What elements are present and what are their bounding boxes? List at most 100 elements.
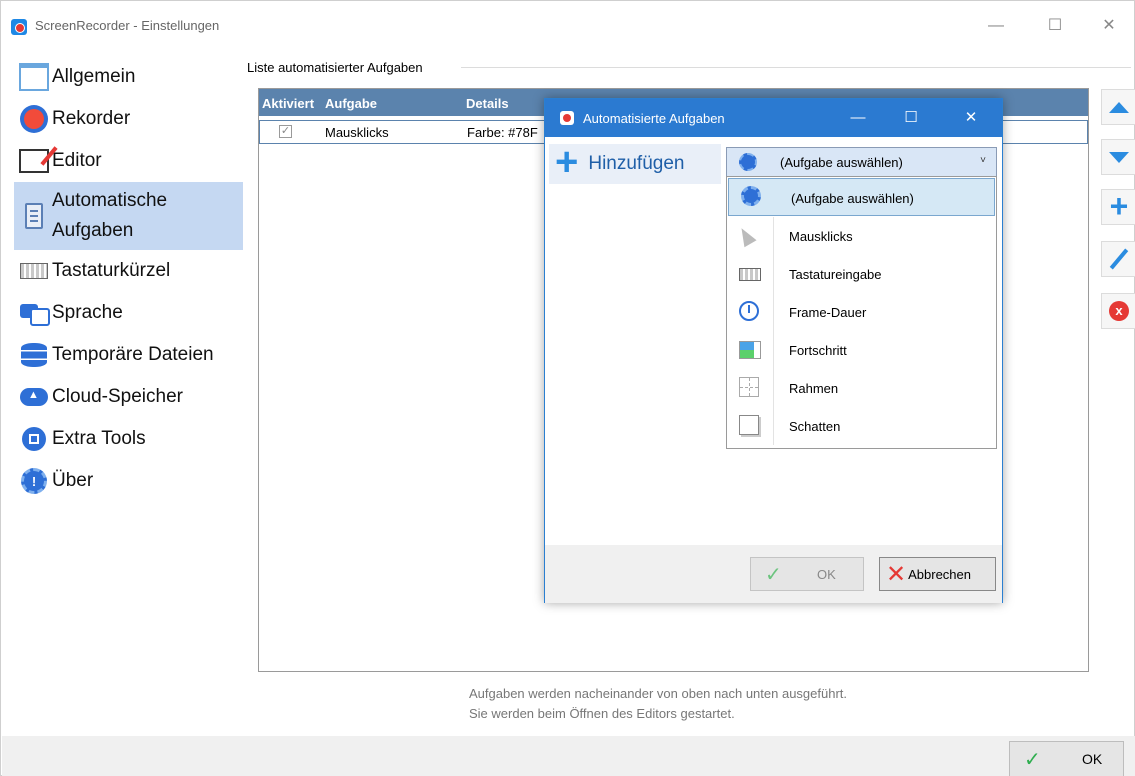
- dialog-title-bar[interactable]: Automatisierte Aufgaben — ☐ ✕: [545, 99, 1002, 137]
- dialog-footer: ✓ OK ✕ Abbrechen: [545, 545, 1002, 603]
- sidebar-item-tastaturkuerzel[interactable]: Tastaturkürzel: [14, 250, 243, 292]
- dialog-close-button[interactable]: ✕: [953, 103, 989, 133]
- dialog-title: Automatisierte Aufgaben: [583, 111, 725, 126]
- database-icon: [18, 339, 50, 371]
- window-title: ScreenRecorder - Einstellungen: [35, 18, 220, 33]
- sidebar-item-label: Rekorder: [52, 108, 131, 129]
- sidebar-item-editor[interactable]: Editor: [14, 140, 243, 182]
- sidebar-item-label: Automatische Aufgaben: [52, 190, 168, 241]
- option-schatten[interactable]: Schatten: [727, 407, 996, 445]
- hint-text: Aufgaben werden nacheinander von oben na…: [469, 686, 848, 701]
- ok-label: OK: [1082, 751, 1103, 767]
- automated-tasks-dialog: Automatisierte Aufgaben — ☐ ✕ + Hinzufüg…: [544, 98, 1003, 603]
- maximize-button[interactable]: ☐: [1035, 11, 1075, 41]
- sidebar-item-allgemein[interactable]: Allgemein: [14, 56, 243, 98]
- option-label: Schatten: [789, 419, 841, 434]
- ok-button[interactable]: ✓ OK: [1009, 741, 1124, 776]
- option-label: Frame-Dauer: [789, 305, 867, 320]
- move-down-button[interactable]: [1101, 139, 1135, 175]
- option-label: Tastatureingabe: [789, 267, 882, 282]
- sidebar-item-label: Sprache: [52, 302, 123, 323]
- close-icon: ✕: [886, 560, 907, 588]
- sidebar-item-label: Tastaturkürzel: [52, 260, 171, 281]
- clipboard-icon: [18, 200, 50, 232]
- sidebar-item-extra-tools[interactable]: Extra Tools: [14, 418, 243, 460]
- keyboard-icon: [18, 255, 50, 287]
- task-cell: Mausklicks: [325, 125, 389, 140]
- option-rahmen[interactable]: Rahmen: [727, 369, 996, 407]
- divider: [773, 369, 774, 407]
- divider: [773, 293, 774, 331]
- cancel-label: Abbrechen: [908, 566, 971, 582]
- divider: [773, 255, 774, 293]
- clock-icon: [739, 301, 761, 323]
- move-up-button[interactable]: [1101, 89, 1135, 125]
- option-label: (Aufgabe auswählen): [791, 191, 914, 206]
- column-header-aufgabe[interactable]: Aufgabe: [325, 96, 377, 111]
- option-frame-dauer[interactable]: Frame-Dauer: [727, 293, 996, 331]
- cursor-icon: [735, 224, 761, 248]
- option-aufgabe-auswaehlen[interactable]: (Aufgabe auswählen): [728, 178, 995, 216]
- plus-icon: +: [1109, 187, 1129, 224]
- task-type-select[interactable]: (Aufgabe auswählen) ˅: [726, 147, 997, 177]
- check-icon: ✓: [765, 563, 782, 586]
- language-icon: [18, 297, 50, 329]
- minimize-button[interactable]: —: [976, 11, 1016, 41]
- sidebar-item-label: Editor: [52, 150, 102, 171]
- add-header: + Hinzufügen: [549, 140, 721, 184]
- column-header-details[interactable]: Details: [466, 96, 509, 111]
- settings-window: ScreenRecorder - Einstellungen — ☐ ✕ All…: [0, 0, 1135, 776]
- sidebar-item-temporaere-dateien[interactable]: Temporäre Dateien: [14, 334, 243, 376]
- add-label: Hinzufügen: [588, 153, 685, 174]
- dialog-maximize-button[interactable]: ☐: [893, 103, 929, 133]
- sidebar-item-label: Cloud-Speicher: [52, 386, 183, 407]
- edit-task-button[interactable]: [1101, 241, 1135, 277]
- gear-icon: [739, 153, 757, 171]
- sidebar-item-label: Extra Tools: [52, 428, 146, 449]
- sidebar-item-automatische-aufgaben[interactable]: Automatische Aufgaben: [14, 182, 243, 250]
- plus-icon: +: [555, 140, 579, 184]
- divider: [773, 407, 774, 445]
- hint-text: Sie werden beim Öffnen des Editors gesta…: [469, 706, 735, 721]
- sidebar-item-cloud-speicher[interactable]: Cloud-Speicher: [14, 376, 243, 418]
- enabled-checkbox[interactable]: ✓: [279, 125, 292, 138]
- ok-label: OK: [817, 566, 836, 582]
- option-label: Rahmen: [789, 381, 839, 396]
- details-cell: Farbe: #78F: [467, 125, 538, 140]
- editor-icon: [18, 145, 50, 177]
- sidebar-item-label: Über: [52, 470, 94, 491]
- sidebar-item-sprache[interactable]: Sprache: [14, 292, 243, 334]
- sidebar-item-label: Temporäre Dateien: [52, 344, 214, 365]
- option-fortschritt[interactable]: Fortschritt: [727, 331, 996, 369]
- column-header-aktiviert[interactable]: Aktiviert: [262, 96, 314, 111]
- option-mausklicks[interactable]: Mausklicks: [727, 217, 996, 255]
- gear-icon: [741, 186, 763, 208]
- sidebar-item-label: Allgemein: [52, 66, 136, 87]
- keyboard-icon: [739, 263, 761, 285]
- dialog-ok-button[interactable]: ✓ OK: [750, 557, 864, 591]
- remove-task-button[interactable]: x: [1101, 293, 1135, 329]
- app-icon: [560, 111, 574, 125]
- option-label: Fortschritt: [789, 343, 847, 358]
- title-bar[interactable]: ScreenRecorder - Einstellungen — ☐ ✕: [1, 1, 1134, 51]
- close-button[interactable]: ✕: [1089, 11, 1129, 41]
- progress-icon: [739, 339, 761, 361]
- add-task-button[interactable]: +: [1101, 189, 1135, 225]
- group-divider: [461, 67, 1131, 68]
- sidebar-item-ueber[interactable]: ! Über: [14, 460, 243, 502]
- select-value: (Aufgabe auswählen): [780, 154, 903, 170]
- task-type-dropdown: (Aufgabe auswählen) Mausklicks Tastature…: [726, 176, 997, 449]
- dialog-cancel-button[interactable]: ✕ Abbrechen: [879, 557, 996, 591]
- option-tastatureingabe[interactable]: Tastatureingabe: [727, 255, 996, 293]
- group-label: Liste automatisierter Aufgaben: [247, 60, 429, 75]
- chevron-down-icon: ˅: [980, 155, 986, 166]
- frame-icon: [739, 377, 761, 399]
- dialog-minimize-button[interactable]: —: [840, 103, 876, 133]
- gear-icon: !: [18, 465, 50, 497]
- footer-bar: [2, 736, 1135, 776]
- shadow-icon: [739, 415, 761, 437]
- sidebar-item-rekorder[interactable]: Rekorder: [14, 98, 243, 140]
- divider: [773, 217, 774, 255]
- record-icon: [18, 103, 50, 135]
- divider: [773, 331, 774, 369]
